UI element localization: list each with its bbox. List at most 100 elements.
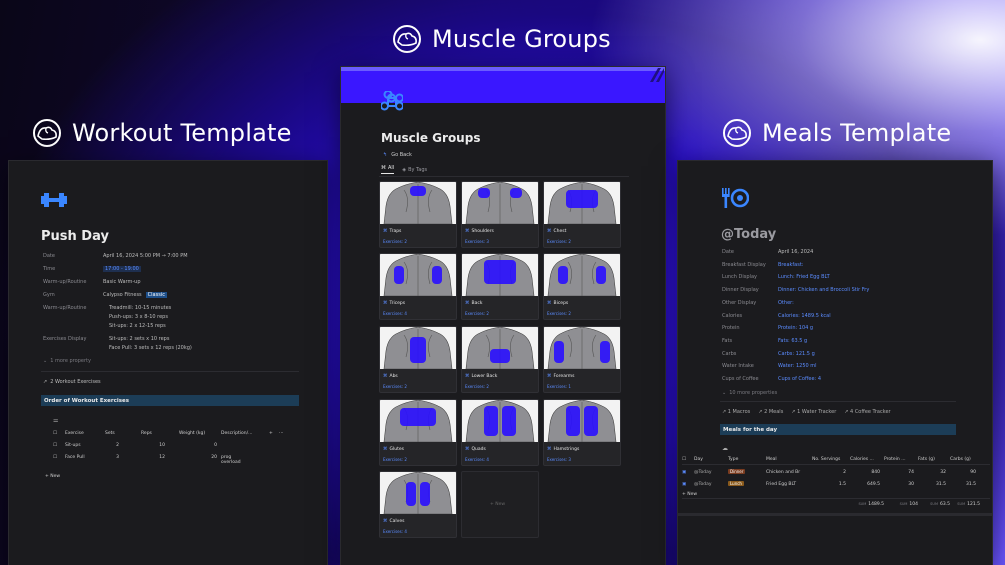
- prop-protein[interactable]: Protein Protein: 104 g: [722, 325, 813, 331]
- card-title-text: Back: [471, 301, 483, 306]
- relation-coffee[interactable]: ↗ 4 Coffee Tracker: [844, 409, 890, 415]
- table-row[interactable]: ▣ @Today Lunch Fried Egg BLT 1.5 649.5 3…: [682, 481, 980, 487]
- prop-warmup-routine[interactable]: Warm-up/Routine Treadmill: 10-15 minutes…: [43, 305, 171, 329]
- muscle-card-glutes[interactable]: ⌘ Glutes Exercises: 2: [379, 399, 457, 466]
- table-row[interactable]: ☐ Sit-ups 2 10 0: [53, 443, 269, 448]
- table-row[interactable]: ▣ @Today Dinner Chicken and Br 2 840 74 …: [682, 469, 980, 475]
- prop-date[interactable]: Date April 16, 2024 5:00 PM → 7:00 PM: [43, 253, 188, 259]
- prop-label: Calories: [722, 312, 743, 319]
- cell-day: @Today: [694, 481, 712, 487]
- muscle-card-back[interactable]: ⌘ Back Exercises: 2: [461, 253, 539, 320]
- routine-line: Sit-ups: 2 x 12-15 reps: [109, 323, 166, 329]
- plate-small-icon: ☁: [722, 445, 728, 452]
- row-checkbox[interactable]: ☐: [53, 443, 65, 448]
- go-back-link[interactable]: ↰ Go Back: [383, 152, 412, 158]
- muscle-card-shoulders[interactable]: ⌘ Shoulders Exercises: 3: [461, 181, 539, 248]
- prop-value: Lunch: Fried Egg BLT: [778, 274, 830, 281]
- tab-by-tags[interactable]: ◈ By Tags: [402, 167, 427, 173]
- relation-link[interactable]: ↗ 2 Workout Exercises: [43, 379, 101, 385]
- prop-carbs[interactable]: Carbs Carbs: 121.5 g: [722, 351, 815, 357]
- scrollbar[interactable]: [678, 513, 992, 516]
- muscle-card-abs[interactable]: ⌘ Abs Exercises: 2: [379, 326, 457, 393]
- table-row[interactable]: ☐ Face Pull 3 12 20 prog overload: [53, 455, 251, 465]
- prop-value: Breakfast:: [778, 261, 804, 268]
- muscle-card-triceps[interactable]: ⌘ Triceps Exercises: 4: [379, 253, 457, 320]
- prop-lunch-display[interactable]: Lunch Display Lunch: Fried Egg BLT: [722, 274, 830, 280]
- more-properties-label: 10 more properties: [729, 390, 778, 396]
- prop-value: Protein: 104 g: [778, 325, 814, 332]
- prop-label: Date: [722, 249, 734, 255]
- command-icon: ⌘: [465, 229, 470, 234]
- more-icon[interactable]: ⋯: [279, 431, 284, 436]
- prop-water-intake[interactable]: Water Intake Water: 1250 ml: [722, 363, 817, 369]
- muscle-card-biceps[interactable]: ⌘ Biceps Exercises: 2: [543, 253, 621, 320]
- prop-label: Time: [43, 266, 56, 272]
- muscle-card-chest[interactable]: ⌘ Chest Exercises: 2: [543, 181, 621, 248]
- new-card-button[interactable]: + New: [461, 471, 539, 538]
- card-title-text: Forearms: [553, 374, 575, 379]
- col-header-type: Type: [728, 457, 739, 462]
- cell-carbs: 31.5: [965, 481, 976, 487]
- heading-text: Workout Template: [72, 119, 292, 147]
- cell-sets: 2: [116, 443, 119, 448]
- prop-calories[interactable]: Calories Calories: 1489.5 kcal: [722, 313, 831, 319]
- card-exercises: Exercises: 3: [465, 239, 489, 244]
- tab-all[interactable]: ⌘ All: [381, 165, 395, 174]
- new-row-button[interactable]: + New: [682, 492, 697, 497]
- command-icon: [381, 91, 403, 111]
- flexing-arm-logo-icon: [723, 119, 751, 147]
- card-exercises: Exercises: 2: [547, 311, 571, 316]
- prop-label: Warm-up/Routine: [43, 305, 87, 311]
- new-row-button[interactable]: + New: [45, 474, 60, 479]
- command-icon: ⌘: [383, 229, 388, 234]
- muscle-image: [462, 182, 538, 224]
- cell-carbs: 90: [970, 469, 976, 475]
- card-title: ⌘ Lower Back: [465, 374, 497, 379]
- prop-warmup[interactable]: Warm-up/Routine Basic Warm-up: [43, 279, 141, 285]
- relation-water[interactable]: ↗ 1 Water Tracker: [791, 409, 836, 415]
- muscle-card-traps[interactable]: ⌘ Traps Exercises: 2: [379, 181, 457, 248]
- muscle-card-forearms[interactable]: ⌘ Forearms Exercises: 1: [543, 326, 621, 393]
- command-icon: ⌘: [383, 519, 388, 524]
- total-fats: SUM 63.5: [930, 502, 950, 507]
- prop-exercises-display[interactable]: Exercises Display Sit-ups: 2 sets x 10 r…: [43, 336, 192, 351]
- relation-macros[interactable]: ↗ 1 Macros: [722, 409, 750, 415]
- command-icon: ⌘: [465, 447, 470, 452]
- prop-breakfast-display[interactable]: Breakfast Display Breakfast:: [722, 262, 804, 268]
- prop-date[interactable]: Date April 16, 2024: [722, 249, 813, 255]
- row-checkbox[interactable]: ☐: [53, 455, 65, 460]
- muscle-image: [462, 254, 538, 296]
- more-properties-toggle[interactable]: ⌄ 10 more properties: [722, 390, 777, 396]
- prop-time[interactable]: Time 17:00 - 19:00: [43, 266, 141, 272]
- prop-gym[interactable]: Gym Calypso Fitness Classic: [43, 292, 167, 298]
- prop-value: Carbs: 121.5 g: [778, 350, 815, 357]
- more-properties-toggle[interactable]: ⌄ 1 more property: [43, 358, 91, 364]
- relation-meals[interactable]: ↗ 2 Meals: [758, 409, 783, 415]
- muscle-card-quads[interactable]: ⌘ Quads Exercises: 4: [461, 399, 539, 466]
- prop-cups-of-coffee[interactable]: Cups of Coffee Cups of Coffee: 4: [722, 376, 821, 382]
- cell-meal: Chicken and Br: [766, 469, 801, 475]
- col-header-fats: Fats (g): [918, 457, 935, 462]
- prop-fats[interactable]: Fats Fats: 63.5 g: [722, 338, 807, 344]
- row-checkbox[interactable]: ▣: [682, 470, 694, 475]
- section-heading: Meals for the day: [720, 424, 956, 435]
- muscle-card-lower-back[interactable]: ⌘ Lower Back Exercises: 2: [461, 326, 539, 393]
- muscle-card-calves[interactable]: ⌘ Calves Exercises: 4: [379, 471, 457, 538]
- cell-weight: 0: [214, 443, 217, 448]
- muscle-card-hamstrings[interactable]: ⌘ Hamstrings Exercises: 3: [543, 399, 621, 466]
- routine-line: Treadmill: 10-15 minutes: [109, 305, 172, 311]
- prop-label: Lunch Display: [722, 274, 757, 281]
- card-title: ⌘ Shoulders: [465, 229, 494, 234]
- prop-value: Calories: 1489.5 kcal: [778, 312, 831, 319]
- heading-text: Meals Template: [762, 119, 952, 147]
- row-checkbox[interactable]: ▣: [682, 482, 694, 487]
- muscle-image: [380, 254, 456, 296]
- command-icon: ⌘: [383, 374, 388, 379]
- add-column-icon[interactable]: +: [269, 431, 279, 436]
- prop-other-display[interactable]: Other Display Other:: [722, 300, 794, 306]
- prop-dinner-display[interactable]: Dinner Display Dinner: Chicken and Brocco…: [722, 287, 869, 293]
- cover-strip: [341, 67, 665, 71]
- card-exercises: Exercises: 2: [547, 239, 571, 244]
- prop-label: Date: [43, 253, 55, 259]
- total-calories: SUM 1489.5: [858, 502, 884, 507]
